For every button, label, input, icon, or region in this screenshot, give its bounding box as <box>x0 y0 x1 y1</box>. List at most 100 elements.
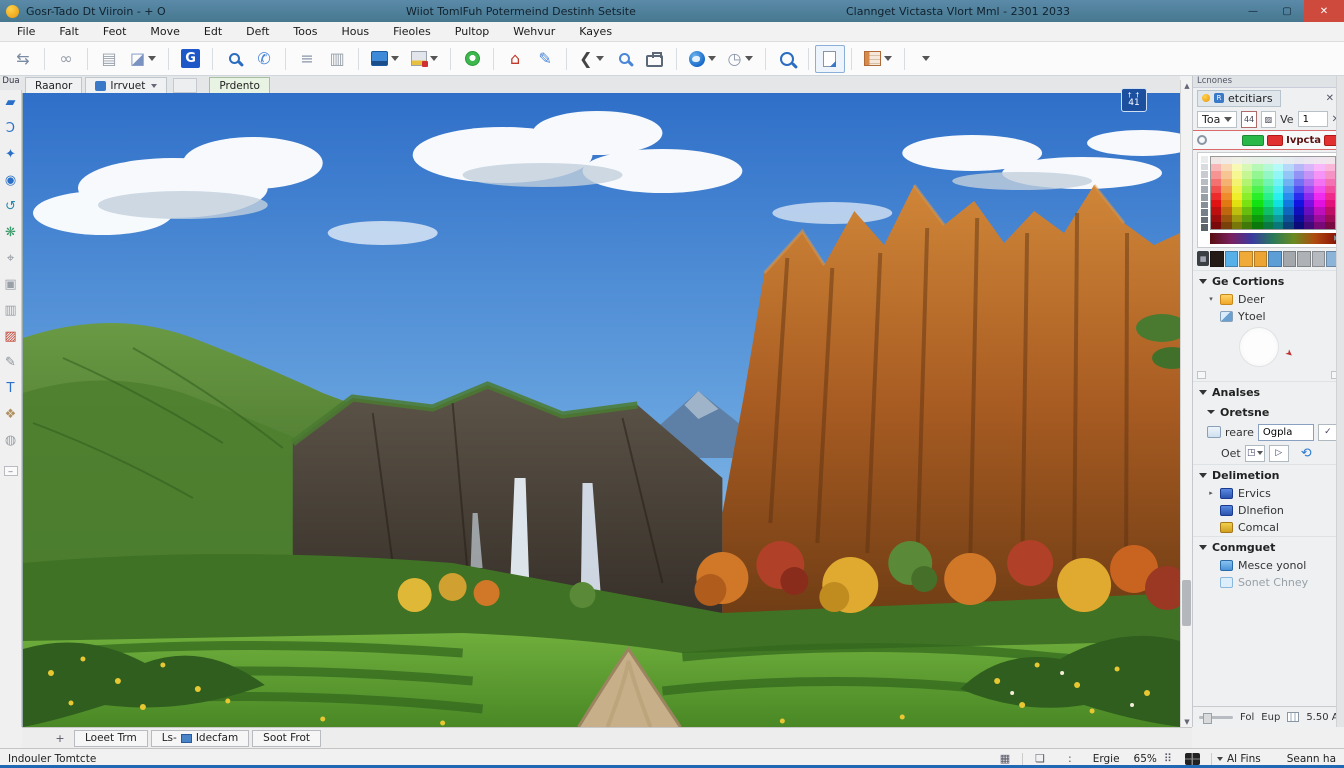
gray-ramp-cell[interactable] <box>1201 224 1208 231</box>
palette-cell[interactable] <box>1273 193 1283 200</box>
maximize-button[interactable]: ▢ <box>1270 0 1304 22</box>
heal-tool-icon[interactable]: ❋ <box>2 224 19 241</box>
swatch-0[interactable] <box>1210 251 1224 267</box>
palette-cell[interactable] <box>1273 171 1283 178</box>
hue-gradient-bar[interactable] <box>1210 233 1336 244</box>
palette-cell[interactable] <box>1294 193 1304 200</box>
palette-cell[interactable] <box>1211 164 1221 171</box>
gray-ramp-cell[interactable] <box>1201 156 1208 163</box>
palette-cell[interactable] <box>1252 207 1262 214</box>
bottom-tab-2[interactable]: Ls- Idecfam <box>151 730 249 747</box>
menu-edt[interactable]: Edt <box>193 23 233 40</box>
palette-cell[interactable] <box>1211 179 1221 186</box>
angle-left-icon[interactable]: ❮ <box>573 45 609 73</box>
palette-cell[interactable] <box>1252 171 1262 178</box>
palette-cell[interactable] <box>1325 207 1335 214</box>
palette-cell[interactable] <box>1242 193 1252 200</box>
palette-cell[interactable] <box>1211 207 1221 214</box>
tree-item-sonet-chney[interactable]: Sonet Chney <box>1193 574 1344 591</box>
palette-cell[interactable] <box>1314 171 1324 178</box>
palette-cell[interactable] <box>1314 193 1324 200</box>
palette-cell[interactable] <box>1232 200 1242 207</box>
palette-cell[interactable] <box>1221 157 1231 164</box>
rotate-tool-icon[interactable]: ↺ <box>2 198 19 215</box>
toolbar-overflow-icon[interactable] <box>911 45 941 73</box>
palette-cell[interactable] <box>1211 193 1221 200</box>
palette-cell[interactable] <box>1252 193 1262 200</box>
palette-cell[interactable] <box>1325 222 1335 229</box>
swatch-5[interactable] <box>1283 251 1297 267</box>
clock-icon[interactable]: ◷ <box>722 45 759 73</box>
panel-scrollbar[interactable] <box>1336 76 1344 727</box>
palette-cell[interactable] <box>1263 200 1273 207</box>
gray-ramp-cell[interactable] <box>1201 209 1208 216</box>
gray-ramp-cell[interactable] <box>1201 202 1208 209</box>
palette-cell[interactable] <box>1294 186 1304 193</box>
chart-button[interactable]: ▨ <box>1261 111 1276 128</box>
gray-ramp-cell[interactable] <box>1201 179 1208 186</box>
palette-cell[interactable] <box>1252 179 1262 186</box>
gray-ramp-cell[interactable] <box>1201 194 1208 201</box>
palette-cell[interactable] <box>1314 215 1324 222</box>
red-color-chip[interactable] <box>1267 135 1283 146</box>
swatch-7[interactable] <box>1312 251 1326 267</box>
palette-cell[interactable] <box>1221 207 1231 214</box>
palette-cell[interactable] <box>1325 171 1335 178</box>
palette-cell[interactable] <box>1211 171 1221 178</box>
palette-cell[interactable] <box>1252 200 1262 207</box>
menu-fieoles[interactable]: Fieoles <box>382 23 442 40</box>
palette-cell[interactable] <box>1325 179 1335 186</box>
section-conmguet[interactable]: Conmguet <box>1193 536 1344 557</box>
palette-cell[interactable] <box>1221 200 1231 207</box>
zoom-slider[interactable] <box>1199 716 1233 719</box>
palette-cell[interactable] <box>1283 200 1293 207</box>
palette-cell[interactable] <box>1294 222 1304 229</box>
palette-cell[interactable] <box>1283 164 1293 171</box>
panel-tab[interactable]: R etcitiars <box>1197 90 1281 107</box>
palette-cell[interactable] <box>1211 222 1221 229</box>
palette-cell[interactable] <box>1263 193 1273 200</box>
palette-cell[interactable] <box>1294 200 1304 207</box>
palette-cell[interactable] <box>1232 215 1242 222</box>
printer-icon[interactable]: ▤ <box>94 45 124 73</box>
shape-tool-icon[interactable]: ◍ <box>2 432 19 449</box>
home-icon[interactable]: ⌂ <box>500 45 530 73</box>
tree-item-comcal[interactable]: Comcal <box>1193 519 1344 536</box>
tree-expand-icon[interactable]: ▸ <box>1207 489 1215 497</box>
bottom-tab-3[interactable]: Soot Frot <box>252 730 321 747</box>
grid-44-button[interactable]: 44 <box>1241 111 1256 128</box>
palette-cell[interactable] <box>1242 200 1252 207</box>
doc-tab-2[interactable]: Irrvuet <box>85 77 167 93</box>
palette-cell[interactable] <box>1304 164 1314 171</box>
palette-cell[interactable] <box>1232 207 1242 214</box>
monitor-icon[interactable] <box>365 45 405 73</box>
magnifier-pen-icon[interactable] <box>610 45 640 73</box>
palette-cell[interactable] <box>1294 157 1304 164</box>
palette-cell[interactable] <box>1211 157 1221 164</box>
palette-cell[interactable] <box>1242 179 1252 186</box>
checkbox-edit-button[interactable]: ✓ <box>1318 424 1338 441</box>
palette-cell[interactable] <box>1325 215 1335 222</box>
palette-cell[interactable] <box>1263 157 1273 164</box>
palette-cell[interactable] <box>1273 207 1283 214</box>
palette-cell[interactable] <box>1294 215 1304 222</box>
tree-item-ytoel[interactable]: Ytoel <box>1193 308 1344 325</box>
green-color-chip[interactable] <box>1242 135 1264 146</box>
swatch-2[interactable] <box>1239 251 1253 267</box>
tools-overflow-button[interactable]: ‒ <box>4 466 18 476</box>
tree-item-deer[interactable]: ▾Deer <box>1193 291 1344 308</box>
gradient-tool-icon[interactable]: ▥ <box>2 302 19 319</box>
pencil-tool-icon[interactable]: ✎ <box>2 354 19 371</box>
lasso-tool-icon[interactable]: Ɔ <box>2 120 19 137</box>
palette-cell[interactable] <box>1283 179 1293 186</box>
palette-cell[interactable] <box>1263 207 1273 214</box>
table-icon[interactable] <box>858 45 898 73</box>
palette-cell[interactable] <box>1232 164 1242 171</box>
fill-tool-icon[interactable]: ▨ <box>2 328 19 345</box>
palette-cell[interactable] <box>1242 207 1252 214</box>
palette-cell[interactable] <box>1242 164 1252 171</box>
palette-cell[interactable] <box>1314 179 1324 186</box>
search-icon[interactable] <box>772 45 802 73</box>
palette-cell[interactable] <box>1294 164 1304 171</box>
briefcase-icon[interactable] <box>640 45 670 73</box>
